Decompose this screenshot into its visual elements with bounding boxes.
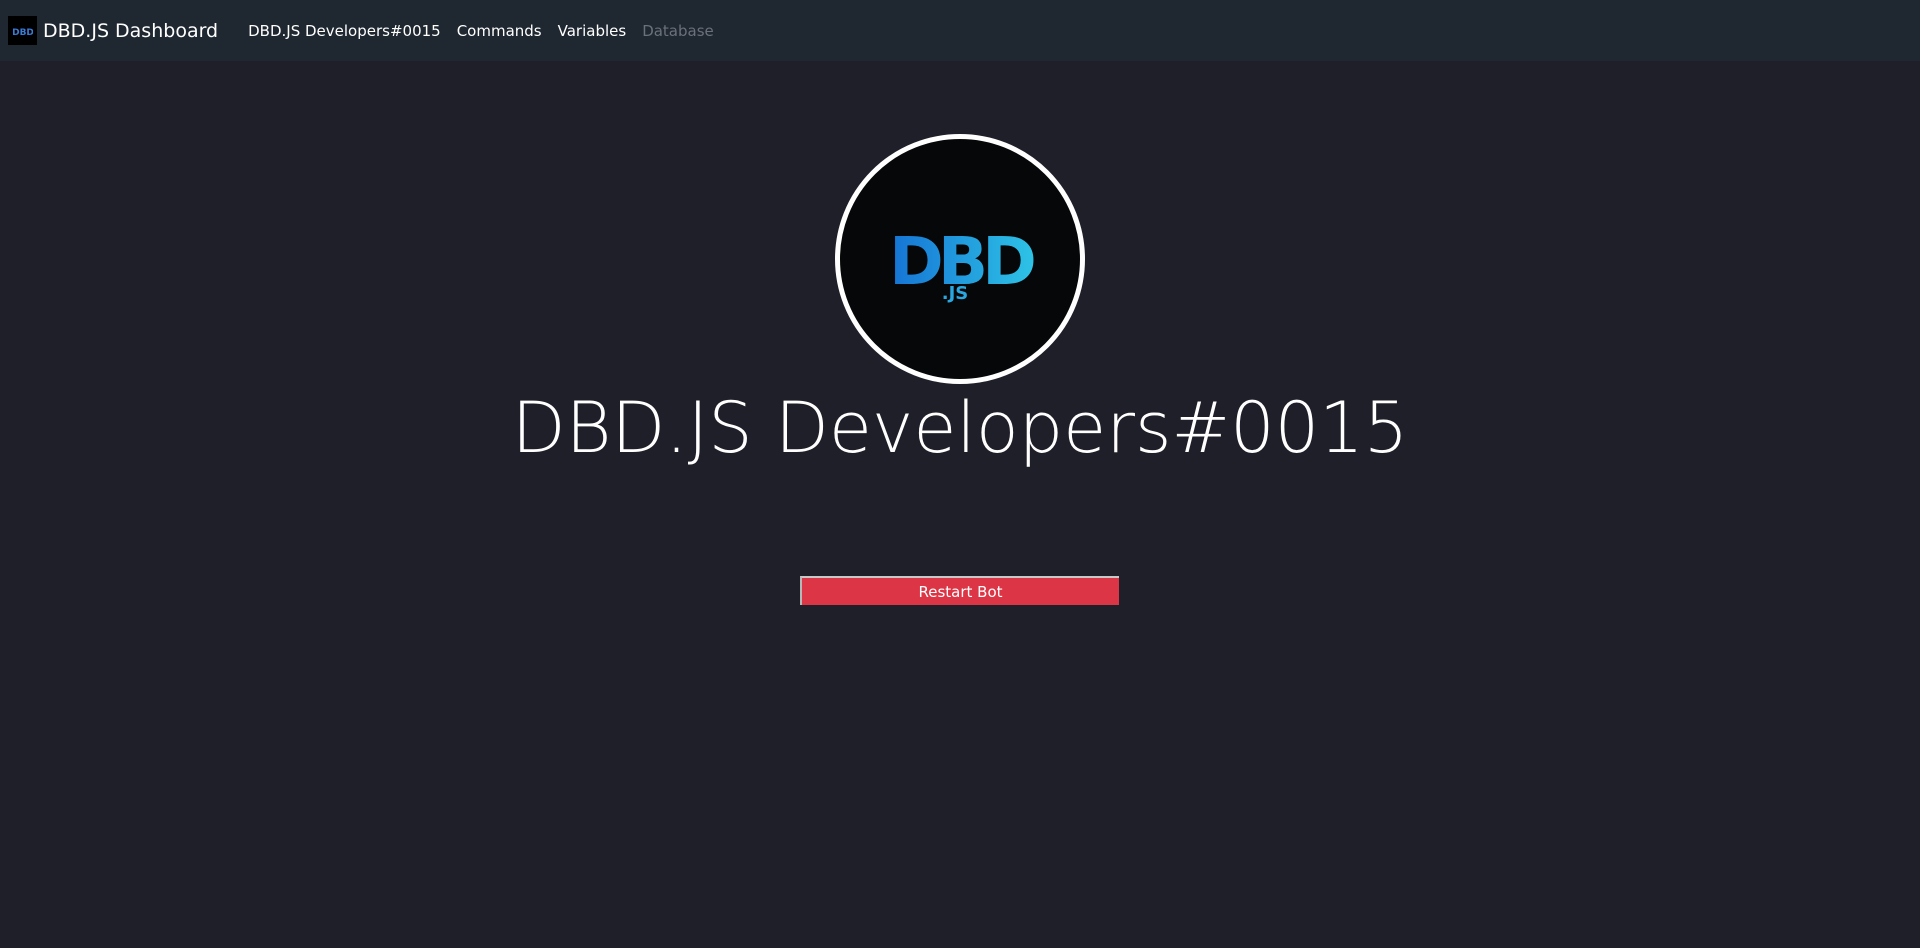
nav-link-commands[interactable]: Commands [457, 22, 542, 40]
brand-title: DBD.JS Dashboard [43, 19, 219, 42]
avatar-logo-sub: .JS [942, 283, 969, 304]
brand-logo-icon: DBD [8, 16, 37, 45]
bot-name-heading: DBD.JS Developers#0015 [511, 387, 1409, 469]
bot-avatar: DBD .JS [835, 134, 1085, 384]
brand-logo-glyph: DBD [13, 28, 33, 38]
nav-link-bot-profile[interactable]: DBD.JS Developers#0015 [248, 22, 441, 40]
main-content: DBD .JS DBD.JS Developers#0015 Restart B… [0, 61, 1920, 948]
nav-links: DBD.JS Developers#0015 Commands Variable… [248, 0, 730, 61]
brand-link[interactable]: DBD DBD.JS Dashboard [8, 16, 218, 45]
nav-link-database: Database [642, 21, 714, 40]
dbdjs-logo-icon: DBD .JS [889, 223, 1035, 304]
nav-link-variables[interactable]: Variables [558, 22, 627, 40]
top-navbar: DBD DBD.JS Dashboard DBD.JS Developers#0… [0, 0, 1920, 61]
restart-bot-button[interactable]: Restart Bot [800, 576, 1119, 605]
